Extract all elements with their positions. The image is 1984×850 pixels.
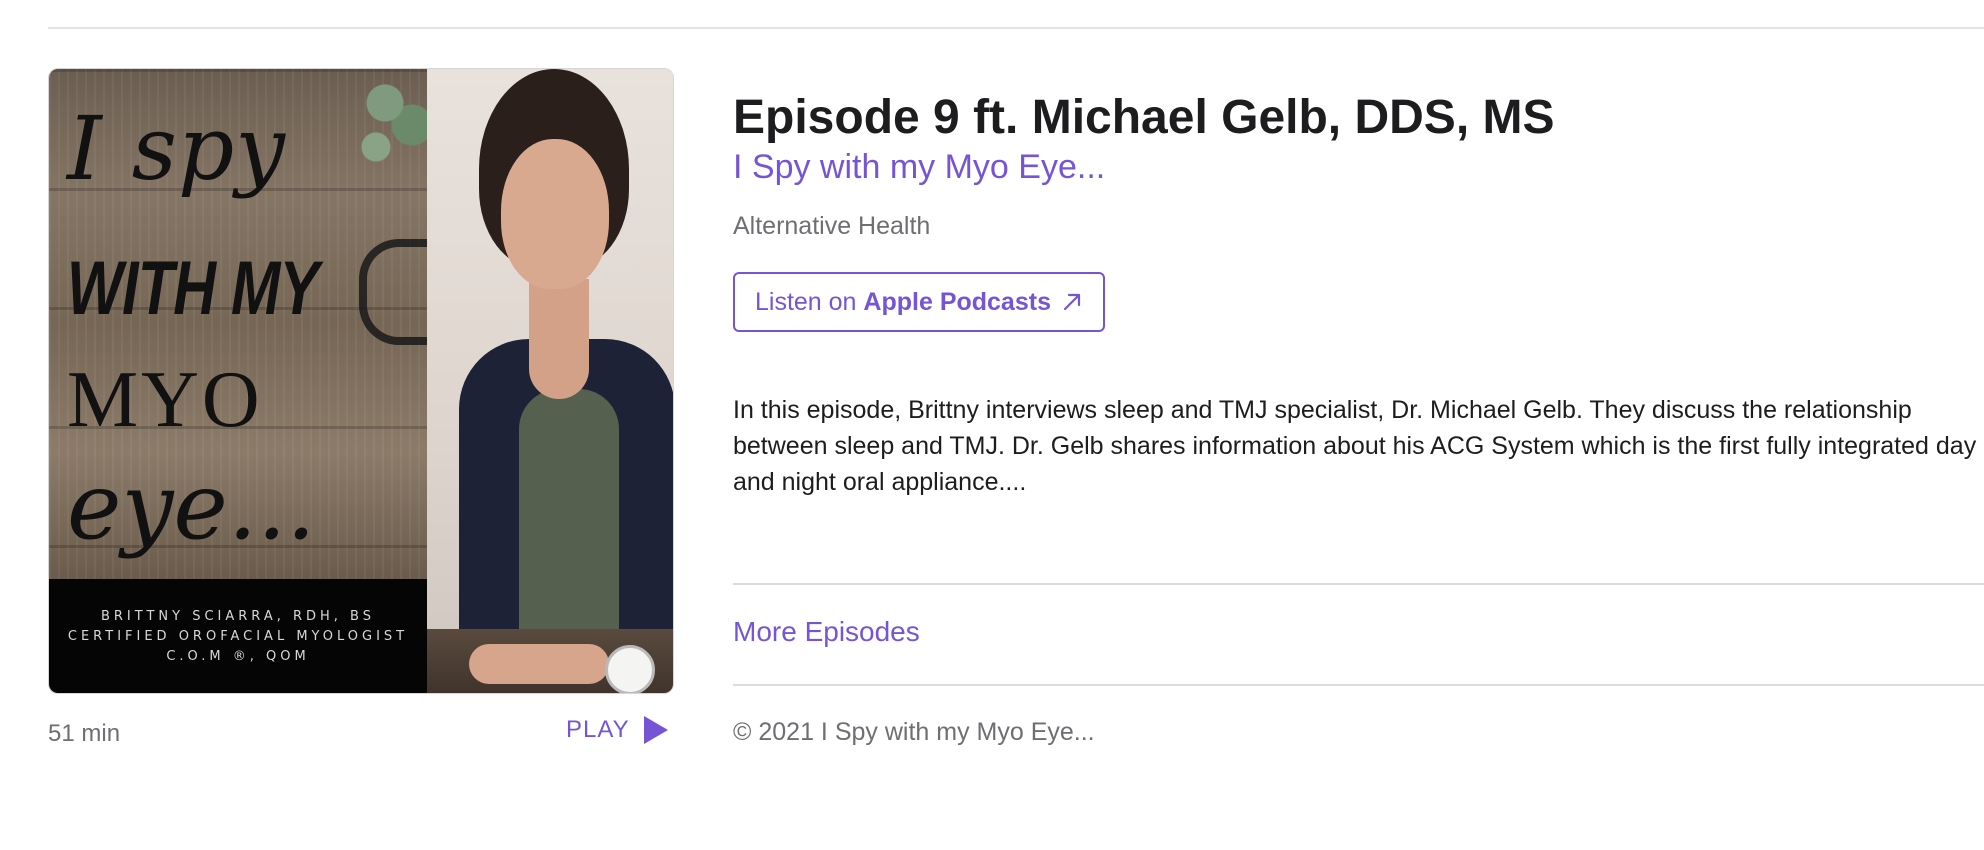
play-triangle-icon [643,716,668,744]
episode-title: Episode 9 ft. Michael Gelb, DDS, MS [733,91,1555,144]
host-photo-face [501,139,609,289]
host-photo-shirt [519,389,619,639]
host-photo-neck [529,279,589,399]
play-button[interactable]: PLAY [566,716,668,744]
artwork-title-line: MYO [67,356,263,444]
listen-brand: Apple Podcasts [863,287,1051,316]
external-arrow-icon [1063,293,1081,311]
episode-details: Episode 9 ft. Michael Gelb, DDS, MS I Sp… [733,86,1984,500]
plant-decoration [349,69,439,169]
listen-prefix: Listen on [755,287,864,316]
artwork-title-line: WITH MY [67,246,319,331]
copyright-text: © 2021 I Spy with my Myo Eye... [733,718,1095,746]
more-episodes-link[interactable]: More Episodes [733,616,920,648]
podcast-artwork: I spy WITH MY MYO eye... BRITTNY SCIARRA… [48,68,674,694]
listen-on-apple-podcasts-button[interactable]: Listen on Apple Podcasts [733,272,1105,332]
artwork-banner-line: CERTIFIED OROFACIAL MYOLOGIST [67,629,409,644]
show-name-link[interactable]: I Spy with my Myo Eye... [733,146,1984,188]
watch-icon [605,645,655,693]
episode-duration: 51 min [48,720,121,747]
artwork-title-line: eye... [67,453,316,560]
artwork-banner-line: C.O.M ®, QOM [166,649,310,664]
section-divider [733,684,1984,686]
artwork-credentials-banner: BRITTNY SCIARRA, RDH, BS CERTIFIED OROFA… [49,579,427,693]
category-label: Alternative Health [733,212,931,240]
episode-description: In this episode, Brittny interviews slee… [733,396,1977,496]
play-button-label: PLAY [566,716,630,743]
artwork-title-line: I spy [67,97,286,200]
artwork-banner-line: BRITTNY SCIARRA, RDH, BS [100,609,375,624]
host-photo-hands [469,644,609,684]
top-divider [48,27,1984,29]
section-divider [733,583,1984,585]
